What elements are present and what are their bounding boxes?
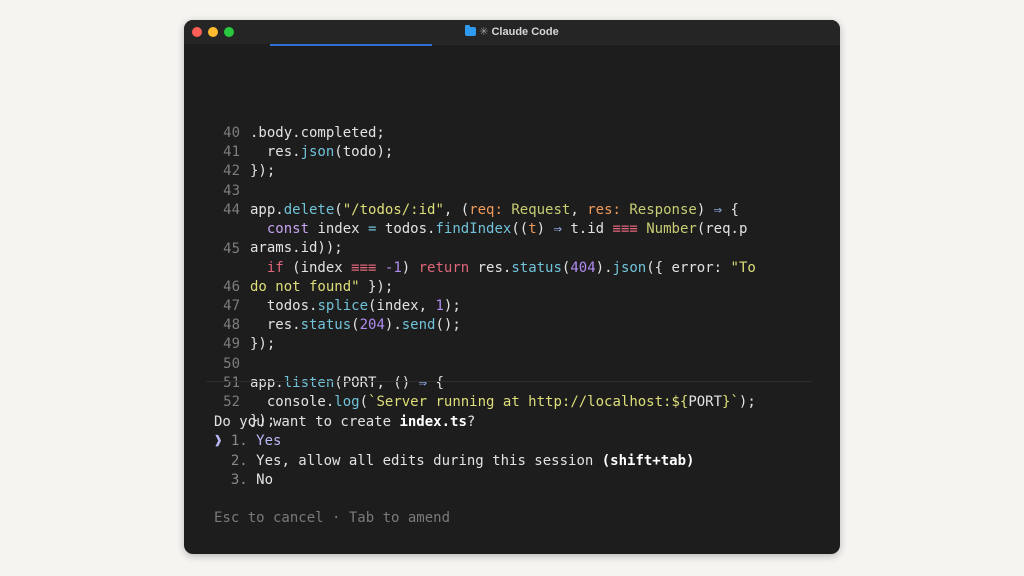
code-text: res.json(todo); xyxy=(250,144,394,160)
code-text: app.delete("/todos/:id", (req: Request, … xyxy=(250,202,739,218)
terminal-window: ✳ Claude Code .body.completed; 40 res.jso… xyxy=(184,20,840,554)
code-text: res.status(204).send(); xyxy=(250,317,461,333)
divider xyxy=(206,381,812,382)
selection-cursor-icon: ❱ xyxy=(214,433,223,449)
option-yes-allow-all[interactable]: 2. Yes, allow all edits during this sess… xyxy=(214,452,695,471)
code-text: }); xyxy=(250,163,276,179)
code-text: if (index ≡≡≡ -1) return res.status(404)… xyxy=(266,260,756,276)
create-file-question: Do you want to create index.ts? xyxy=(214,414,476,430)
terminal-content: .body.completed; 40 res.json(todo); 41 }… xyxy=(184,20,840,554)
code-text: .body.completed; xyxy=(250,125,385,141)
code-text: todos.splice(index, 1); xyxy=(250,298,461,314)
code-text: app.listen(PORT, () ⇒ { xyxy=(250,375,444,391)
option-no[interactable]: 3. No xyxy=(214,471,273,490)
code-text: const index = todos.findIndex((t) ⇒ t.id… xyxy=(266,221,748,237)
code-text: arams.id)); xyxy=(250,240,343,256)
prompt-footer-hint: Esc to cancel · Tab to amend xyxy=(214,510,451,526)
option-yes[interactable]: ❱ 1. Yes xyxy=(214,432,281,451)
code-text: }); xyxy=(250,336,276,352)
line-number: 52 xyxy=(223,394,240,410)
code-text: do not found" }); xyxy=(250,279,394,295)
code-text: console.log(`Server running at http://lo… xyxy=(250,394,756,410)
